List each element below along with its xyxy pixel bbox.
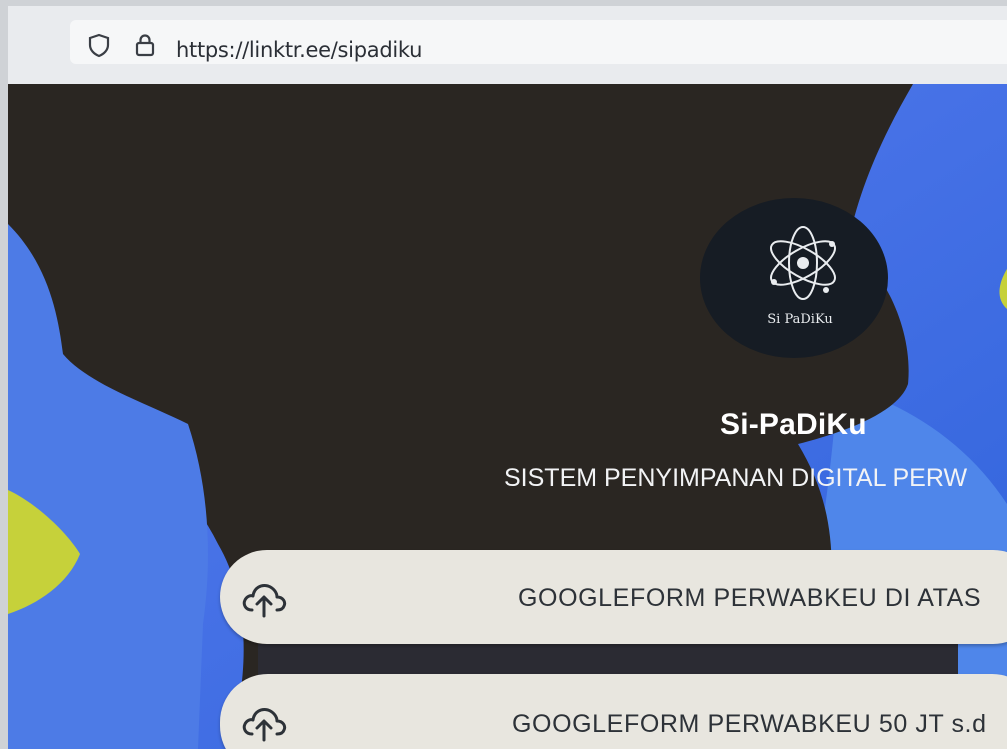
cloud-upload-icon	[242, 584, 287, 618]
cloud-upload-icon	[242, 708, 287, 742]
lock-icon[interactable]	[132, 32, 158, 58]
link-label: GOOGLEFORM PERWABKEU 50 JT s.d	[512, 710, 987, 738]
link-label: GOOGLEFORM PERWABKEU DI ATAS	[518, 584, 982, 612]
profile-title: Si-PaDiKu	[720, 408, 867, 441]
url-text[interactable]: https://linktr.ee/sipadiku	[176, 38, 422, 62]
atom-logo-icon	[770, 226, 836, 300]
link-button-googleform-di-atas[interactable]: GOOGLEFORM PERWABKEU DI ATAS	[220, 550, 1007, 644]
link-button-googleform-50jt[interactable]: GOOGLEFORM PERWABKEU 50 JT s.d	[220, 674, 1007, 749]
screen: https://linktr.ee/sipadiku Si PaDiKu Si-…	[8, 6, 1007, 749]
profile-subtitle: SISTEM PENYIMPANAN DIGITAL PERW	[504, 464, 968, 492]
logo-wordmark: Si PaDiKu	[767, 312, 833, 327]
shield-icon[interactable]	[86, 32, 112, 58]
browser-toolbar: https://linktr.ee/sipadiku	[8, 6, 1007, 84]
